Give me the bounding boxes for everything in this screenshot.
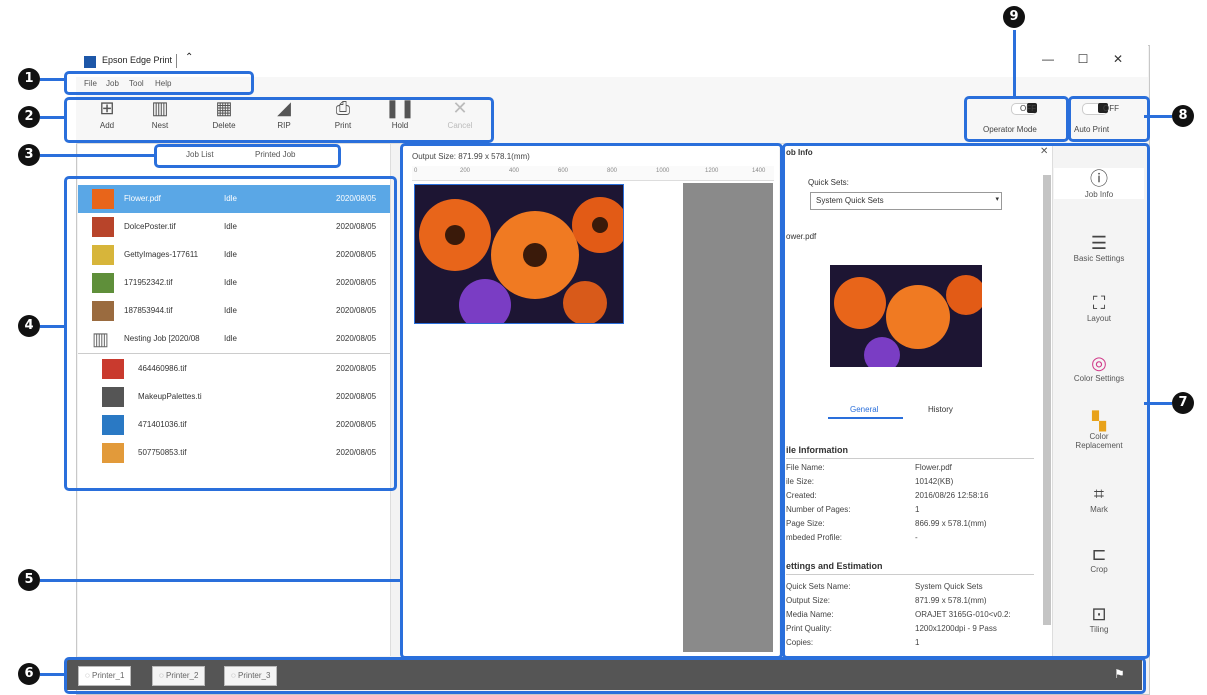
callout-badge: 4 [18,315,40,337]
close-button[interactable]: ✕ [1108,52,1128,66]
callout-frame-printers [64,657,1146,694]
callout-badge: 2 [18,106,40,128]
callout-badge: 3 [18,144,40,166]
callout-badge: 9 [1003,6,1025,28]
callout-frame-tabs [154,144,341,168]
callout-leader [1144,115,1172,118]
callout-frame-toolbar [64,97,494,143]
callout-leader [40,116,64,119]
callout-frame-menu [64,71,254,95]
collapse-ribbon-icon[interactable]: ⌃ [185,52,193,63]
minimize-button[interactable]: — [1038,52,1058,66]
title-separator [176,54,177,68]
callout-badge: 8 [1172,105,1194,127]
callout-leader [40,325,64,328]
app-title: Epson Edge Print [102,55,173,65]
callout-frame-job-list [64,176,397,491]
callout-leader [40,673,64,676]
callout-frame-operator-mode [964,96,1069,142]
callout-badge: 6 [18,663,40,685]
callout-leader [40,154,154,157]
callout-leader [1013,30,1016,96]
callout-badge: 1 [18,68,40,90]
callout-frame-sidepanel [782,143,1150,659]
callout-leader [1144,402,1172,405]
callout-frame-preview [400,143,783,659]
callout-leader [40,78,64,81]
maximize-button[interactable]: ☐ [1073,52,1093,66]
callout-badge: 7 [1172,392,1194,414]
callout-badge: 5 [18,569,40,591]
callout-frame-auto-print [1068,96,1150,142]
callout-leader [40,579,400,582]
app-icon [84,56,96,68]
